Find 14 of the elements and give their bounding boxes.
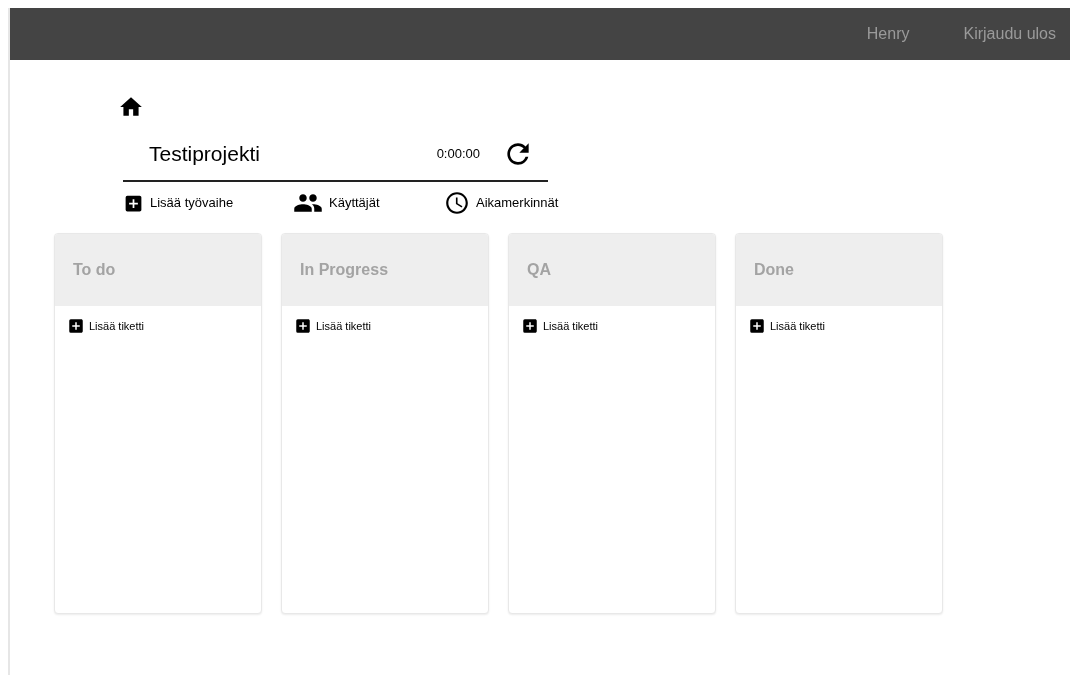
- add-ticket-button[interactable]: Lisää tiketti: [748, 317, 826, 335]
- project-title: Testiprojekti: [149, 141, 260, 168]
- add-ticket-button[interactable]: Lisää tiketti: [294, 317, 372, 335]
- column-title: To do: [73, 260, 116, 280]
- column-title: QA: [527, 260, 551, 280]
- toolbar-action[interactable]: Aikamerkinnät: [444, 190, 559, 216]
- add-ticket-button[interactable]: Lisää tiketti: [67, 317, 145, 335]
- timer: 0:00:00: [436, 145, 480, 164]
- add-ticket-button[interactable]: Lisää tiketti: [521, 317, 599, 335]
- toolbar-action[interactable]: Käyttäjät: [293, 188, 444, 218]
- column-title: In Progress: [300, 260, 389, 280]
- toolbar-action[interactable]: Lisää työvaihe: [123, 192, 293, 214]
- clock-icon: [444, 190, 470, 216]
- column-title: Done: [754, 260, 794, 280]
